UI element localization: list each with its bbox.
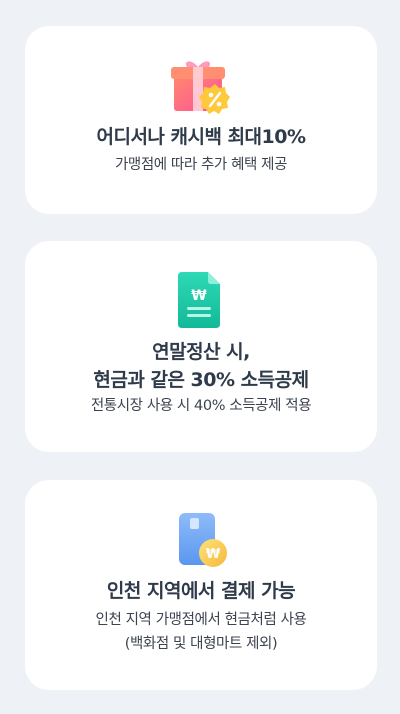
card-title: 어디서나 캐시백 최대10% [96, 126, 306, 148]
benefit-card-tax-deduction: ₩ 연말정산 시, 현금과 같은 30% 소득공제 전통시장 사용 시 40% … [25, 241, 377, 452]
won-card-icon: ₩ [173, 513, 229, 569]
card-description: 가맹점에 따라 추가 혜택 제공 [114, 157, 288, 173]
card-description-line-1: 인천 지역 가맹점에서 현금처럼 사용 [95, 612, 307, 628]
card-title-line-1: 연말정산 시, [152, 341, 250, 363]
card-description: 인천 지역 가맹점에서 현금처럼 사용 (백화점 및 대형마트 제외) [25, 608, 377, 656]
card-description-line-2: (백화점 및 대형마트 제외) [124, 636, 278, 652]
card-title: 연말정산 시, 현금과 같은 30% 소득공제 [25, 338, 377, 394]
svg-text:₩: ₩ [191, 288, 207, 304]
won-document-icon: ₩ [178, 272, 224, 328]
card-title-line-2: 현금과 같은 30% 소득공제 [93, 369, 309, 391]
benefit-card-incheon: ₩ 인천 지역에서 결제 가능 인천 지역 가맹점에서 현금처럼 사용 (백화점… [25, 480, 377, 690]
svg-text:₩: ₩ [206, 547, 221, 562]
card-title: 인천 지역에서 결제 가능 [106, 580, 296, 602]
card-description: 전통시장 사용 시 40% 소득공제 적용 [90, 398, 312, 414]
benefit-card-cashback: 어디서나 캐시백 최대10% 가맹점에 따라 추가 혜택 제공 [25, 26, 377, 214]
gift-percent-icon [171, 59, 231, 115]
